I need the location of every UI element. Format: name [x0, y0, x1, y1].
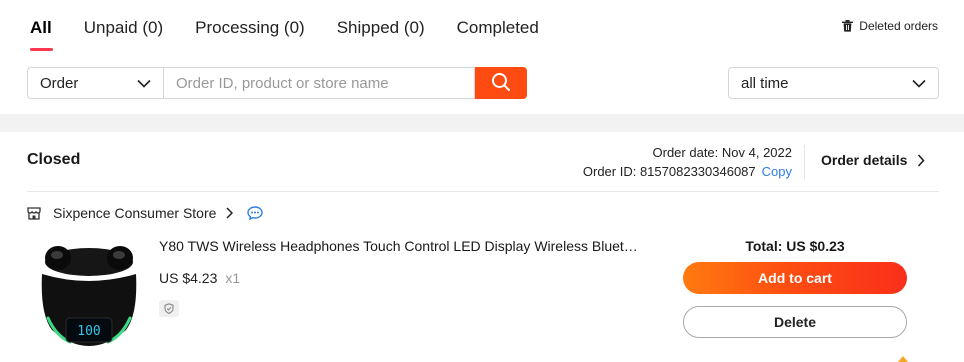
- tab-processing[interactable]: Processing (0): [195, 0, 305, 56]
- order-details-link[interactable]: Order details: [821, 152, 925, 168]
- chevron-right-icon[interactable]: [226, 207, 234, 219]
- product-title[interactable]: Y80 TWS Wireless Headphones Touch Contro…: [159, 238, 639, 254]
- deleted-orders-link[interactable]: Deleted orders: [842, 19, 938, 33]
- copy-order-id-link[interactable]: Copy: [762, 164, 792, 179]
- store-name[interactable]: Sixpence Consumer Store: [53, 205, 216, 221]
- time-range-value: all time: [741, 74, 789, 92]
- order-search-bar: Order: [27, 67, 527, 99]
- product-price-row: US $4.23 x1: [159, 270, 240, 286]
- store-row: Sixpence Consumer Store: [27, 204, 264, 222]
- search-button[interactable]: [475, 67, 527, 99]
- product-quantity: x1: [225, 270, 241, 286]
- order-total: Total: US $0.23: [745, 238, 845, 254]
- order-status-tabs: All Unpaid (0) Processing (0) Shipped (0…: [30, 0, 571, 56]
- order-id: Order ID: 8157082330346087: [582, 164, 756, 179]
- time-range-dropdown[interactable]: all time: [728, 67, 939, 99]
- tab-shipped[interactable]: Shipped (0): [337, 0, 425, 56]
- product-image[interactable]: 100: [36, 244, 142, 362]
- trash-icon: [842, 20, 854, 32]
- order-card: Closed Order date: Nov 4, 2022 Order ID:…: [0, 132, 964, 362]
- floating-widget-edge: [898, 356, 908, 362]
- chevron-down-icon: [137, 75, 151, 92]
- search-type-dropdown[interactable]: Order: [27, 67, 164, 99]
- tab-completed[interactable]: Completed: [457, 0, 539, 56]
- search-input[interactable]: [164, 67, 475, 99]
- tab-all[interactable]: All: [30, 0, 53, 56]
- delete-order-button[interactable]: Delete: [683, 306, 907, 338]
- tab-unpaid[interactable]: Unpaid (0): [84, 0, 163, 56]
- meta-divider: [804, 145, 805, 179]
- chat-icon[interactable]: [247, 206, 264, 220]
- search-type-value: Order: [40, 74, 79, 92]
- chevron-right-icon: [917, 153, 925, 167]
- order-id-row: Order ID: 8157082330346087 Copy: [583, 162, 792, 181]
- order-details-label: Order details: [821, 152, 908, 168]
- order-filter-panel: All Unpaid (0) Processing (0) Shipped (0…: [0, 0, 964, 114]
- chevron-down-icon: [912, 75, 926, 92]
- led-display-reading: 100: [77, 324, 100, 339]
- card-divider: [27, 191, 939, 192]
- shield-icon: [159, 300, 179, 317]
- add-to-cart-button[interactable]: Add to cart: [683, 262, 907, 294]
- deleted-orders-label: Deleted orders: [859, 19, 938, 33]
- order-date: Order date: Nov 4, 2022: [652, 145, 792, 160]
- store-icon: [27, 206, 41, 220]
- product-price: US $4.23: [159, 270, 218, 286]
- order-status: Closed: [27, 151, 81, 168]
- search-icon: [491, 72, 511, 95]
- order-meta: Order date: Nov 4, 2022 Order ID: 815708…: [583, 143, 792, 181]
